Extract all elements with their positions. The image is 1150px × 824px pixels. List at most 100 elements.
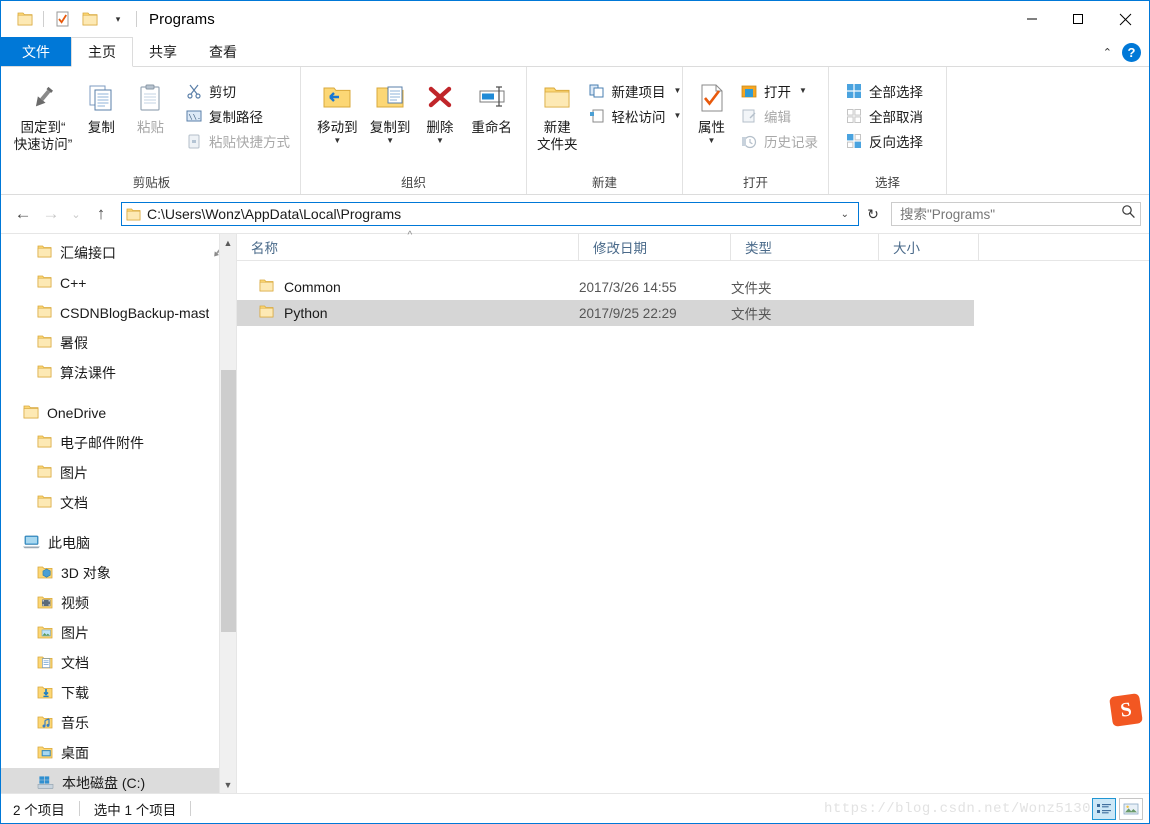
- scrollbar-thumb[interactable]: [221, 370, 236, 632]
- sidebar-item-videos[interactable]: 视频: [1, 588, 236, 618]
- sidebar-item-label: OneDrive: [47, 405, 107, 421]
- cut-button[interactable]: 剪切: [181, 78, 294, 103]
- paste-shortcut-button[interactable]: 粘贴快捷方式: [181, 128, 294, 153]
- open-button[interactable]: 打开 ▼: [736, 78, 822, 103]
- sidebar-item-label: 汇编接口: [60, 245, 116, 261]
- select-none-icon: [845, 107, 863, 125]
- recent-locations-button[interactable]: ⌄: [65, 201, 87, 227]
- up-button[interactable]: ↑: [87, 201, 115, 227]
- back-button[interactable]: ←: [9, 201, 37, 227]
- folder-icon: [37, 335, 52, 351]
- scroll-down-icon[interactable]: ▼: [220, 776, 236, 793]
- clipboard-small-commands: 剪切 \\.. 复制路径 粘贴快捷方式: [181, 73, 294, 153]
- table-row[interactable]: Common 2017/3/26 14:55 文件夹: [237, 274, 1149, 300]
- sidebar-item-onedrive-pictures[interactable]: 图片: [1, 458, 236, 488]
- sidebar-item-pictures[interactable]: 图片: [1, 618, 236, 648]
- sidebar-item-algorithm-slides[interactable]: 算法课件: [1, 358, 236, 388]
- forward-button[interactable]: →: [37, 201, 65, 227]
- refresh-button[interactable]: ↻: [861, 202, 885, 226]
- sidebar-item-documents[interactable]: 文档: [1, 648, 236, 678]
- easy-access-button[interactable]: 轻松访问 ▼: [584, 103, 686, 128]
- pin-to-quick-access-button[interactable]: 固定到“ 快速访问”: [9, 73, 77, 153]
- close-button[interactable]: [1101, 1, 1149, 37]
- chevron-down-icon: ▼: [673, 86, 682, 95]
- sort-ascending-icon: ^: [407, 229, 413, 241]
- documents-icon: [37, 655, 53, 672]
- navigation-pane: 汇编接口 C++ CSDNBlogBackup-mast 暑假 算法课件 One…: [1, 234, 237, 793]
- column-header-size[interactable]: 大小: [879, 233, 979, 261]
- copy-path-button[interactable]: \\.. 复制路径: [181, 103, 294, 128]
- properties-check-icon[interactable]: [48, 6, 76, 32]
- rename-button[interactable]: 重命名: [463, 73, 520, 136]
- properties-button[interactable]: 属性 ▼: [691, 73, 732, 145]
- maximize-button[interactable]: [1055, 1, 1101, 37]
- local-disk-icon: [37, 775, 54, 792]
- sidebar-item-local-disk-c[interactable]: 本地磁盘 (C:): [1, 768, 236, 793]
- sidebar-item-summer[interactable]: 暑假: [1, 328, 236, 358]
- new-small-commands: 新建项目 ▼ 轻松访问 ▼: [584, 73, 686, 128]
- large-icons-view-button[interactable]: [1119, 798, 1143, 820]
- edit-icon: [740, 107, 758, 125]
- sidebar-item-downloads[interactable]: 下载: [1, 678, 236, 708]
- sidebar-item-assembly[interactable]: 汇编接口: [1, 238, 236, 268]
- paste-shortcut-label: 粘贴快捷方式: [209, 134, 290, 150]
- invert-selection-button[interactable]: 反向选择: [841, 128, 927, 153]
- sidebar-item-csdnblogbackup[interactable]: CSDNBlogBackup-mast: [1, 298, 236, 328]
- sidebar-item-3d-objects[interactable]: 3D 对象: [1, 558, 236, 588]
- column-header-name[interactable]: ^ 名称: [237, 230, 579, 261]
- status-divider: [78, 801, 80, 816]
- sidebar-item-desktop[interactable]: 桌面: [1, 738, 236, 768]
- new-folder-label-line2: 文件夹: [537, 137, 578, 152]
- sidebar-item-onedrive-documents[interactable]: 文档: [1, 488, 236, 518]
- search-input[interactable]: [900, 206, 1121, 222]
- address-dropdown-icon[interactable]: ⌄: [834, 209, 856, 220]
- move-to-label: 移动到: [317, 120, 358, 135]
- sidebar-scrollbar[interactable]: ▲ ▼: [219, 234, 236, 793]
- new-folder-icon[interactable]: [76, 6, 104, 32]
- column-header-date[interactable]: 修改日期: [579, 233, 731, 261]
- quick-access-dropdown[interactable]: ▾: [104, 6, 132, 32]
- new-folder-button[interactable]: 新建 文件夹: [537, 73, 578, 153]
- details-view-button[interactable]: [1092, 798, 1116, 820]
- tab-view[interactable]: 查看: [193, 37, 253, 66]
- collapse-ribbon-icon[interactable]: ⌃: [1103, 46, 1112, 59]
- select-all-button[interactable]: 全部选择: [841, 78, 927, 103]
- invert-selection-icon: [845, 132, 863, 150]
- new-item-button[interactable]: 新建项目 ▼: [584, 78, 686, 103]
- paste-button[interactable]: 粘贴: [126, 73, 175, 136]
- scroll-up-icon[interactable]: ▲: [220, 234, 236, 251]
- tab-file[interactable]: 文件: [1, 37, 71, 66]
- tab-share[interactable]: 共享: [133, 37, 193, 66]
- search-box[interactable]: [891, 202, 1141, 226]
- view-mode-buttons: [1092, 798, 1143, 820]
- sidebar-item-music[interactable]: 音乐: [1, 708, 236, 738]
- minimize-button[interactable]: [1009, 1, 1055, 37]
- copy-button[interactable]: 复制: [77, 73, 126, 136]
- help-button[interactable]: ?: [1122, 42, 1141, 62]
- sidebar-item-email-attachments[interactable]: 电子邮件附件: [1, 428, 236, 458]
- select-none-button[interactable]: 全部取消: [841, 103, 927, 128]
- sidebar-item-this-pc[interactable]: 此电脑: [1, 528, 236, 558]
- pictures-icon: [37, 625, 53, 642]
- copy-to-button[interactable]: 复制到 ▼: [364, 73, 417, 145]
- organize-group-label: 组织: [400, 176, 426, 190]
- column-header-type[interactable]: 类型: [731, 233, 879, 261]
- rename-icon: [475, 77, 509, 119]
- folder-icon: [37, 305, 52, 321]
- history-button[interactable]: 历史记录: [736, 128, 822, 153]
- sogou-ime-logo[interactable]: S: [1109, 693, 1143, 727]
- address-bar[interactable]: C:\Users\Wonz\AppData\Local\Programs ⌄: [121, 202, 859, 226]
- sidebar-item-cpp[interactable]: C++: [1, 268, 236, 298]
- sidebar-item-onedrive[interactable]: OneDrive: [1, 398, 236, 428]
- edit-button[interactable]: 编辑: [736, 103, 822, 128]
- chevron-down-icon: ▼: [707, 136, 716, 145]
- svg-text:\\..: \\..: [189, 113, 203, 121]
- delete-button[interactable]: 删除 ▼: [416, 73, 463, 145]
- tab-home[interactable]: 主页: [71, 37, 133, 67]
- table-row[interactable]: Python 2017/9/25 22:29 文件夹: [237, 300, 1149, 326]
- folder-icon[interactable]: [11, 6, 39, 32]
- search-icon[interactable]: [1121, 204, 1136, 224]
- qat-divider: [43, 11, 44, 27]
- move-to-button[interactable]: 移动到 ▼: [311, 73, 364, 145]
- music-icon: [37, 715, 53, 732]
